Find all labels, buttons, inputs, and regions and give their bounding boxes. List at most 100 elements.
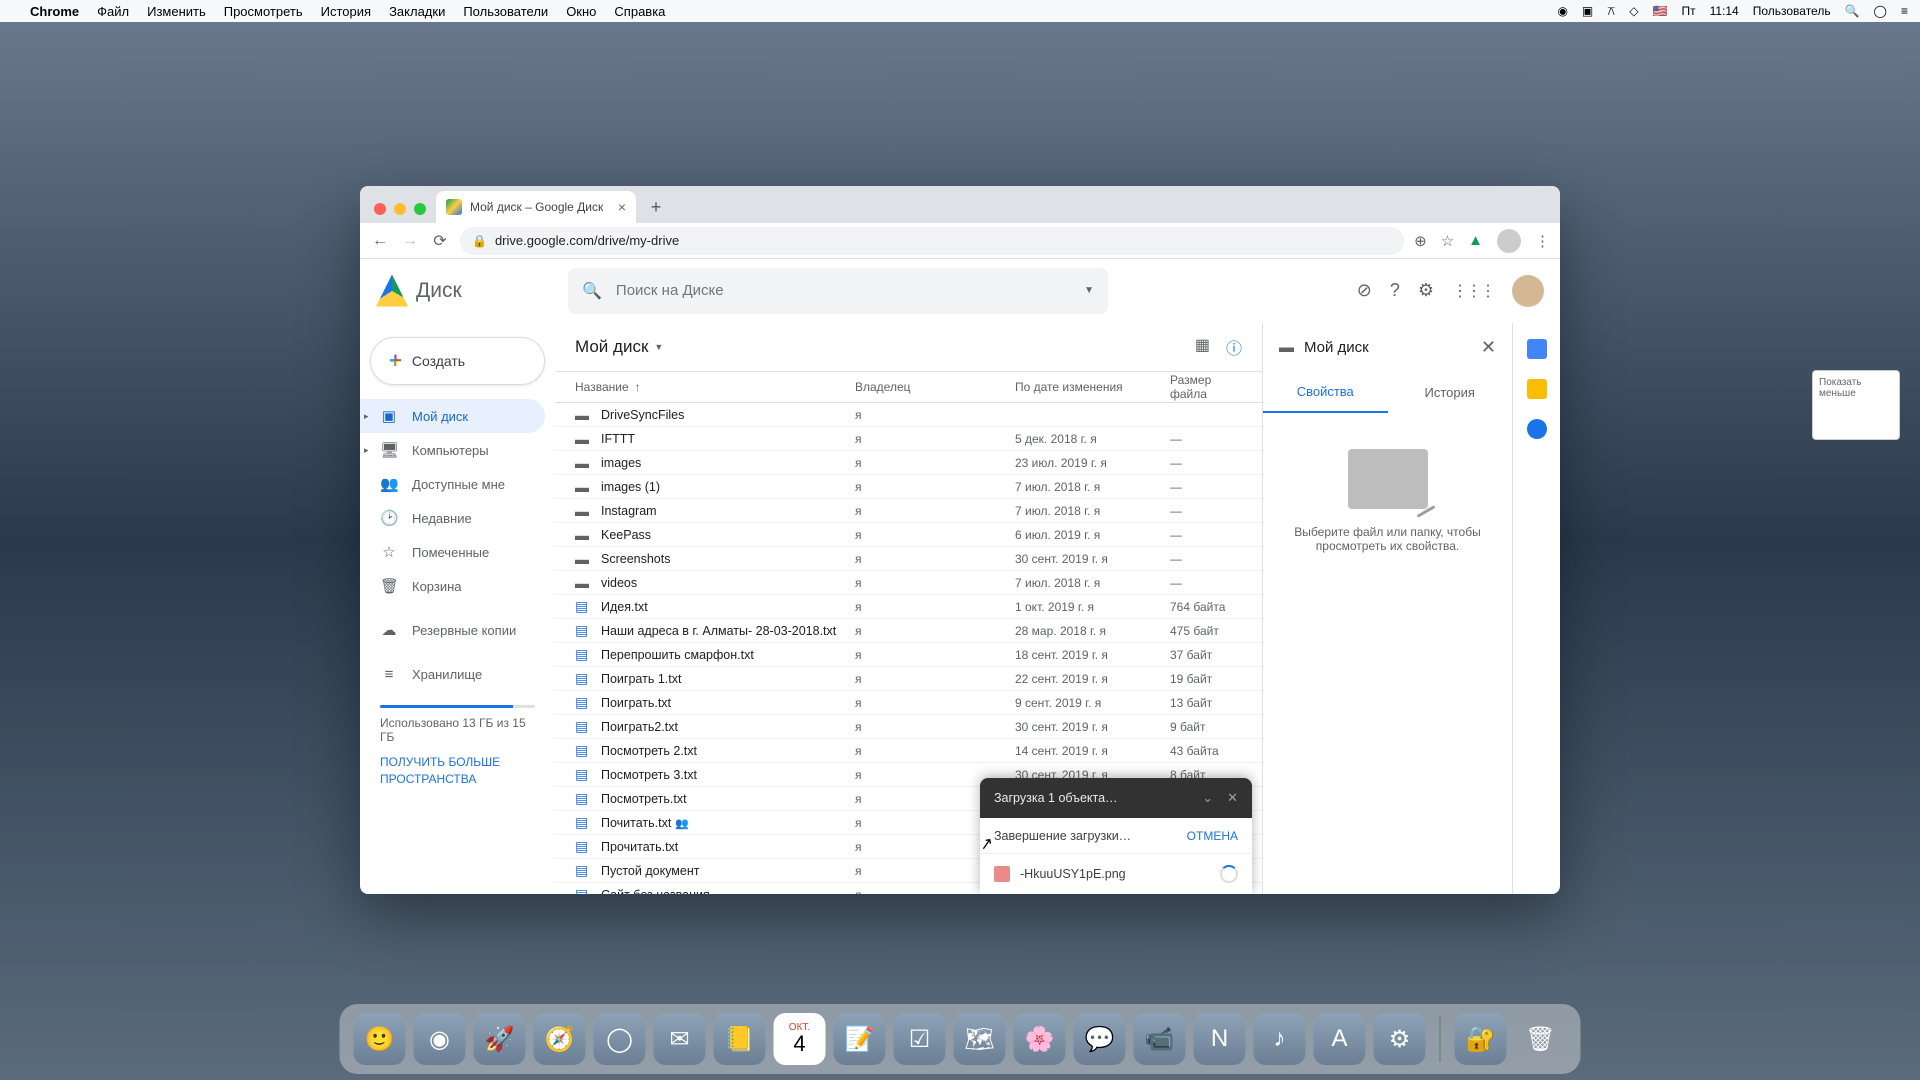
toast-collapse-icon[interactable]: ⌄ xyxy=(1202,790,1213,806)
bluetooth-icon[interactable]: ⚻ xyxy=(1607,4,1615,19)
apps-grid-icon[interactable]: ⋮⋮⋮ xyxy=(1452,281,1494,301)
dock-facetime[interactable]: 📹 xyxy=(1134,1013,1186,1065)
dock-photos[interactable]: 🌸 xyxy=(1014,1013,1066,1065)
search-options-icon[interactable]: ▼ xyxy=(1084,285,1094,296)
dock-trash[interactable]: 🗑 xyxy=(1515,1013,1567,1065)
sidebar-computers[interactable]: ▸ 🖥 Компьютеры xyxy=(360,433,545,467)
layout-grid-icon[interactable]: ▦ xyxy=(1195,335,1210,359)
address-bar[interactable]: 🔒 drive.google.com/drive/my-drive xyxy=(460,227,1404,255)
file-row[interactable]: ▬IFTTTя5 дек. 2018 г. я— xyxy=(555,427,1262,451)
upgrade-storage-link[interactable]: ПОЛУЧИТЬ БОЛЬШЕ ПРОСТРАНСТВА xyxy=(380,754,535,788)
sidebar-storage[interactable]: ≡ Хранилище xyxy=(360,657,545,691)
search-bar[interactable]: 🔍 ▼ xyxy=(568,268,1108,314)
calendar-addon-icon[interactable] xyxy=(1527,339,1547,359)
account-avatar[interactable] xyxy=(1512,275,1544,307)
file-row[interactable]: ▤Посмотреть 2.txtя14 сент. 2019 г. я43 б… xyxy=(555,739,1262,763)
dock-keychain[interactable]: 🔐 xyxy=(1455,1013,1507,1065)
file-row[interactable]: ▬KeePassя6 июл. 2019 г. я— xyxy=(555,523,1262,547)
bookmark-star-icon[interactable]: ☆ xyxy=(1441,232,1454,250)
menu-window[interactable]: Окно xyxy=(566,4,596,19)
dock-finder[interactable]: 🙂 xyxy=(354,1013,406,1065)
file-row[interactable]: ▬Instagramя7 июл. 2018 г. я— xyxy=(555,499,1262,523)
drive-extension-icon[interactable]: ▲ xyxy=(1468,232,1483,249)
settings-gear-icon[interactable]: ⚙ xyxy=(1418,280,1434,301)
file-row[interactable]: ▬images (1)я7 июл. 2018 г. я— xyxy=(555,475,1262,499)
sidebar-recent[interactable]: 🕑 Недавние xyxy=(360,501,545,535)
dock-maps[interactable]: 🗺 xyxy=(954,1013,1006,1065)
clock-time[interactable]: 11:14 xyxy=(1710,4,1739,18)
close-window-button[interactable] xyxy=(374,203,386,215)
new-tab-button[interactable]: + xyxy=(642,193,670,221)
details-close-icon[interactable]: ✕ xyxy=(1481,337,1496,358)
column-owner[interactable]: Владелец xyxy=(855,380,1015,394)
file-row[interactable]: ▬videosя7 июл. 2018 г. я— xyxy=(555,571,1262,595)
minimize-window-button[interactable] xyxy=(394,203,406,215)
sidebar-shared[interactable]: 👥 Доступные мне xyxy=(360,467,545,501)
input-flag-icon[interactable]: 🇺🇸 xyxy=(1653,4,1668,18)
details-tab-history[interactable]: История xyxy=(1388,371,1513,413)
sidebar-trash[interactable]: 🗑 Корзина xyxy=(360,569,545,603)
create-button[interactable]: + Создать xyxy=(370,337,545,385)
keep-addon-icon[interactable] xyxy=(1527,379,1547,399)
sidebar-backups[interactable]: ☁ Резервные копии xyxy=(360,613,545,647)
menu-users[interactable]: Пользователи xyxy=(463,4,548,19)
notification-center-icon[interactable]: ≡ xyxy=(1901,4,1908,18)
dock-siri[interactable]: ◉ xyxy=(414,1013,466,1065)
file-row[interactable]: ▤Поиграть2.txtя30 сент. 2019 г. я9 байт xyxy=(555,715,1262,739)
toast-close-icon[interactable]: ✕ xyxy=(1227,790,1238,806)
drive-logo[interactable]: Диск xyxy=(376,275,556,307)
dock-contacts[interactable]: 📒 xyxy=(714,1013,766,1065)
user-menu[interactable]: Пользователь xyxy=(1753,4,1831,18)
active-app-name[interactable]: Chrome xyxy=(30,4,79,19)
breadcrumb[interactable]: Мой диск ▼ xyxy=(575,337,663,357)
dock-settings[interactable]: ⚙ xyxy=(1374,1013,1426,1065)
menu-file[interactable]: Файл xyxy=(97,4,129,19)
spotlight-icon[interactable]: 🔍 xyxy=(1845,4,1860,18)
wifi-icon[interactable]: ◇ xyxy=(1629,4,1638,18)
install-app-icon[interactable]: ⊕ xyxy=(1414,232,1427,250)
tab-close-icon[interactable]: × xyxy=(618,199,626,215)
support-icon[interactable]: ? xyxy=(1390,280,1400,301)
menu-help[interactable]: Справка xyxy=(614,4,665,19)
browser-tab[interactable]: Мой диск – Google Диск × xyxy=(436,191,636,223)
menu-history[interactable]: История xyxy=(321,4,371,19)
upload-file-row[interactable]: -HkuuUSY1pE.png xyxy=(980,854,1252,894)
dock-appstore[interactable]: A xyxy=(1314,1013,1366,1065)
file-row[interactable]: ▤Идея.txtя1 окт. 2019 г. я764 байта xyxy=(555,595,1262,619)
details-tab-properties[interactable]: Свойства xyxy=(1263,371,1388,413)
maximize-window-button[interactable] xyxy=(414,203,426,215)
menu-bookmarks[interactable]: Закладки xyxy=(389,4,445,19)
dock-calendar[interactable]: ОКТ.4 xyxy=(774,1013,826,1065)
search-input[interactable] xyxy=(616,282,1070,299)
dock-messages[interactable]: 💬 xyxy=(1074,1013,1126,1065)
column-date[interactable]: По дате изменения xyxy=(1015,380,1170,394)
tasks-addon-icon[interactable] xyxy=(1527,419,1547,439)
column-name[interactable]: Название ↑ xyxy=(575,380,855,394)
file-row[interactable]: ▬imagesя23 июл. 2019 г. я— xyxy=(555,451,1262,475)
dock-safari[interactable]: 🧭 xyxy=(534,1013,586,1065)
back-button[interactable]: ← xyxy=(370,232,390,250)
file-row[interactable]: ▤Перепрошить смарфон.txtя18 сент. 2019 г… xyxy=(555,643,1262,667)
chrome-menu-icon[interactable]: ⋮ xyxy=(1535,232,1550,250)
dock-launchpad[interactable]: 🚀 xyxy=(474,1013,526,1065)
file-row[interactable]: ▤Поиграть.txtя9 сент. 2019 г. я13 байт xyxy=(555,691,1262,715)
forward-button[interactable]: → xyxy=(400,232,420,250)
menu-view[interactable]: Просмотреть xyxy=(224,4,303,19)
dock-notes[interactable]: 📝 xyxy=(834,1013,886,1065)
profile-avatar[interactable] xyxy=(1497,229,1521,253)
dock-reminders[interactable]: ☑ xyxy=(894,1013,946,1065)
sidebar-my-drive[interactable]: ▸ ▣ Мой диск xyxy=(360,399,545,433)
column-size[interactable]: Размер файла xyxy=(1170,373,1242,401)
dock-news[interactable]: N xyxy=(1194,1013,1246,1065)
expand-chevron-icon[interactable]: ▸ xyxy=(364,411,369,422)
file-row[interactable]: ▬Screenshotsя30 сент. 2019 г. я— xyxy=(555,547,1262,571)
file-row[interactable]: ▬DriveSyncFilesя xyxy=(555,403,1262,427)
reload-button[interactable]: ⟳ xyxy=(430,231,450,251)
info-icon[interactable]: ⓘ xyxy=(1226,335,1242,359)
siri-menubar-icon[interactable]: ◯ xyxy=(1874,4,1887,18)
menu-edit[interactable]: Изменить xyxy=(147,4,206,19)
upload-cancel-button[interactable]: ОТМЕНА xyxy=(1187,829,1238,843)
ready-offline-icon[interactable]: ⊘ xyxy=(1357,280,1372,301)
dock-music[interactable]: ♪ xyxy=(1254,1013,1306,1065)
airplay-icon[interactable]: ▣ xyxy=(1582,4,1593,18)
